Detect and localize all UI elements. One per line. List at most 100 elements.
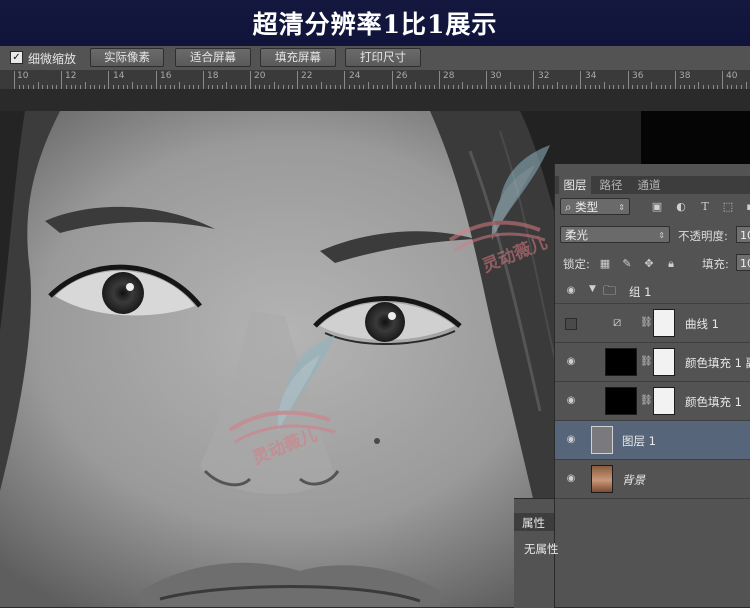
ruler-tick [14, 71, 15, 89]
layer-mask-thumbnail[interactable] [653, 348, 675, 376]
ruler-tick [368, 82, 369, 89]
ruler-label: 26 [396, 71, 408, 81]
lock-paint-icon[interactable]: ✎ [621, 258, 633, 270]
eye-icon[interactable]: ◉ [563, 356, 579, 368]
lock-position-icon[interactable]: ✥ [643, 258, 655, 270]
ruler-tick [580, 71, 581, 89]
shape-filter-icon[interactable]: ⬚ [722, 201, 734, 213]
eye-icon[interactable]: ◉ [563, 473, 579, 485]
eye-icon[interactable]: ◉ [563, 285, 579, 297]
ruler-tick [462, 82, 463, 89]
color-fill-thumbnail[interactable] [605, 348, 637, 376]
stepper-icon: ⇕ [618, 203, 625, 212]
eye-icon[interactable]: ◉ [563, 434, 579, 446]
ruler-tick [297, 71, 298, 89]
ruler-tick [746, 82, 747, 89]
search-icon: ⌕ [565, 200, 576, 214]
ruler-tick [486, 71, 487, 89]
fill-input[interactable]: 10 [736, 254, 750, 271]
ruler-tick [250, 71, 251, 89]
ruler-tick [132, 82, 133, 89]
layer-mask-thumbnail[interactable] [653, 309, 675, 337]
ruler-label: 28 [443, 71, 455, 81]
visibility-toggle[interactable] [565, 318, 577, 330]
ruler-tick [628, 71, 629, 89]
title-banner: 超清分辨率1比1展示 [0, 0, 750, 46]
lock-all-icon[interactable]: 🔒︎ [665, 258, 677, 270]
layer-name: 背景 [622, 473, 645, 487]
ruler-label: 22 [301, 71, 313, 81]
tab-properties[interactable]: 属性 [514, 513, 554, 531]
ruler-label: 34 [585, 71, 597, 81]
ruler-label: 36 [632, 71, 644, 81]
layer-filter-row: ⌕ 类型 ⇕ ▣ ◐ T ⬚ ▪ [555, 198, 750, 218]
tab-layers[interactable]: 图层 [559, 176, 591, 194]
lock-row: 锁定: ▦ ✎ ✥ 🔒︎ 填充: 10 [555, 254, 750, 274]
scrubby-zoom-label: 细微缩放 [28, 52, 77, 66]
ruler-tick [38, 82, 39, 89]
layers-panel-tabs: 图层 路径 通道 [555, 176, 750, 194]
ruler-label: 24 [349, 71, 361, 81]
layer-row-layer-1[interactable]: ◉ 图层 1 [555, 421, 750, 460]
layer-row-color-fill[interactable]: ◉ ⛓ 颜色填充 1 [555, 382, 750, 421]
triangle-down-icon[interactable]: ▼ [589, 284, 596, 294]
layer-filter-select[interactable]: ⌕ 类型 ⇕ [560, 198, 630, 215]
properties-tab-label: 属性 [522, 516, 545, 530]
lock-label: 锁定: [563, 257, 590, 271]
ruler-tick [61, 71, 62, 89]
adjustment-filter-icon[interactable]: ◐ [675, 201, 687, 213]
layer-name: 颜色填充 1 副 [685, 356, 750, 370]
ruler-tick [108, 71, 109, 89]
layer-mask-thumbnail[interactable] [653, 387, 675, 415]
ruler-tick [274, 82, 275, 89]
ruler-label: 38 [679, 71, 691, 81]
tab-paths[interactable]: 路径 [595, 176, 627, 194]
ruler-label: 32 [538, 71, 550, 81]
layer-name: 曲线 1 [685, 317, 719, 331]
ruler-tick [510, 82, 511, 89]
pixel-filter-icon[interactable]: ▣ [651, 201, 663, 213]
properties-panel: 属性 无属性 [514, 498, 559, 608]
layer-row-background[interactable]: ◉ 背景 [555, 460, 750, 499]
fill-screen-button[interactable]: 填充屏幕 [260, 48, 336, 67]
scrubby-zoom-checkbox[interactable]: ✓ [10, 51, 23, 64]
ruler-label: 30 [490, 71, 502, 81]
smart-object-filter-icon[interactable]: ▪ [744, 201, 750, 213]
eye-icon[interactable]: ◉ [563, 395, 579, 407]
ruler-tick [533, 71, 534, 89]
ruler-tick [604, 82, 605, 89]
zoom-options-bar: ✓ 细微缩放 实际像素 适合屏幕 填充屏幕 打印尺寸 [0, 46, 750, 71]
ruler-tick [344, 71, 345, 89]
background-thumbnail[interactable] [591, 465, 613, 493]
ruler-tick [675, 71, 676, 89]
opacity-input[interactable]: 10 [736, 226, 750, 243]
tab-channels[interactable]: 通道 [633, 176, 665, 194]
curves-icon: ⧄ [613, 315, 622, 330]
blend-mode-select[interactable]: 柔光 ⇕ [560, 226, 670, 243]
print-size-button[interactable]: 打印尺寸 [345, 48, 421, 67]
ruler-tick [698, 82, 699, 89]
ruler-tick [226, 82, 227, 89]
actual-pixels-button[interactable]: 实际像素 [90, 48, 164, 67]
layer-name: 颜色填充 1 [685, 395, 742, 409]
layer-row-curves[interactable]: ⧄ ⛓ 曲线 1 [555, 304, 750, 343]
folder-icon: 🗀 [603, 284, 617, 299]
link-icon: ⛓ [640, 317, 653, 328]
layer-row-color-fill-copy[interactable]: ◉ ⛓ 颜色填充 1 副 [555, 343, 750, 382]
blend-mode-value: 柔光 [565, 228, 588, 242]
layer-row-group[interactable]: ◉ ▼ 🗀 组 1 [555, 278, 750, 304]
layer-name: 组 1 [629, 285, 652, 299]
ruler-tick [722, 71, 723, 89]
canvas-top-border [0, 89, 750, 111]
ruler-tick [439, 71, 440, 89]
opacity-label: 不透明度: [678, 229, 728, 243]
horizontal-ruler[interactable]: 10 12 14 16 18 20 22 24 26 28 30 32 34 3… [0, 71, 750, 89]
ruler-label: 20 [254, 71, 266, 81]
lock-pixels-icon[interactable]: ▦ [599, 258, 611, 270]
layer-thumbnail[interactable] [591, 426, 613, 454]
type-filter-icon[interactable]: T [699, 201, 711, 213]
ruler-tick [557, 82, 558, 89]
color-fill-thumbnail[interactable] [605, 387, 637, 415]
ruler-tick [651, 82, 652, 89]
fit-screen-button[interactable]: 适合屏幕 [175, 48, 251, 67]
